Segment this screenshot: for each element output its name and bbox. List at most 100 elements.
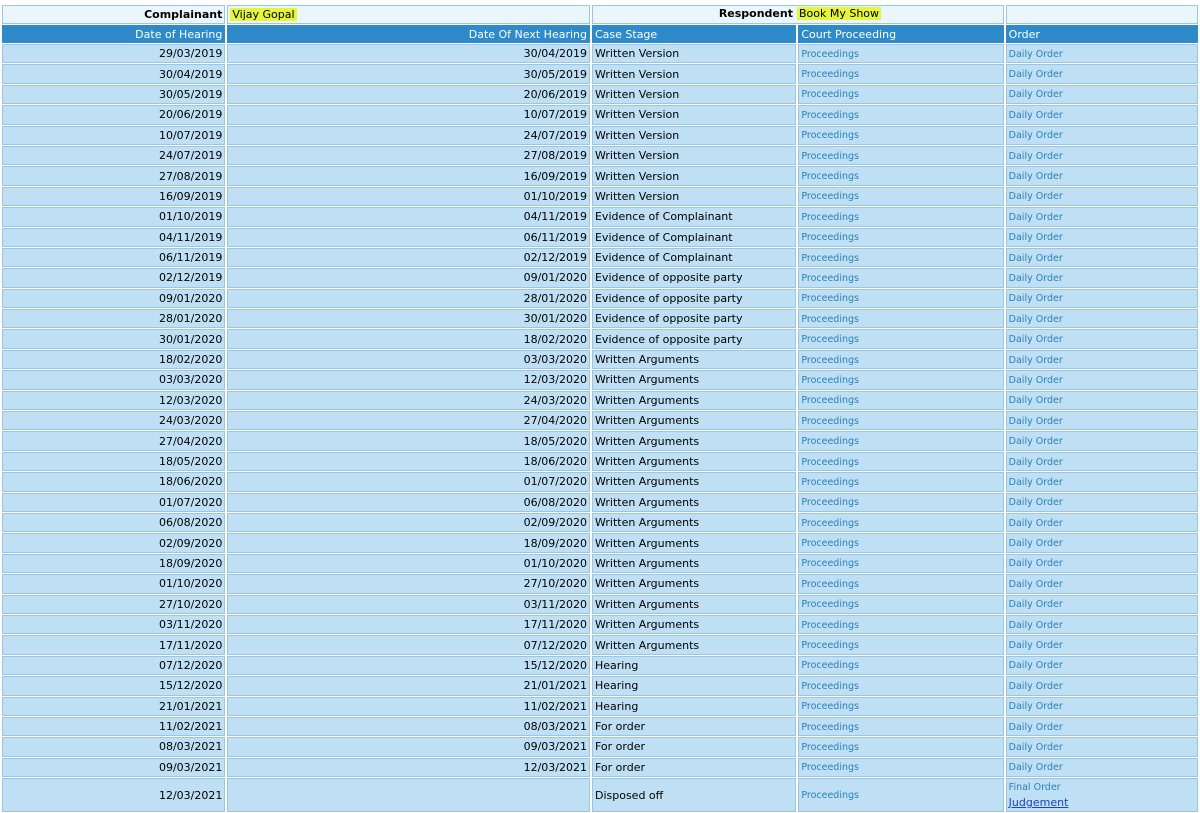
proceedings-link[interactable]: Proceedings <box>801 790 859 801</box>
daily-order-link[interactable]: Daily Order <box>1009 722 1063 733</box>
date-of-next-hearing-cell: 30/05/2019 <box>227 64 590 84</box>
daily-order-link[interactable]: Daily Order <box>1009 599 1063 610</box>
proceedings-link[interactable]: Proceedings <box>801 171 859 182</box>
daily-order-link[interactable]: Daily Order <box>1009 130 1063 141</box>
proceedings-link[interactable]: Proceedings <box>801 762 859 773</box>
proceedings-link[interactable]: Proceedings <box>801 395 859 406</box>
daily-order-link[interactable]: Daily Order <box>1009 681 1063 692</box>
daily-order-link[interactable]: Daily Order <box>1009 69 1063 80</box>
proceedings-link[interactable]: Proceedings <box>801 375 859 386</box>
proceedings-link[interactable]: Proceedings <box>801 89 859 100</box>
proceedings-link[interactable]: Proceedings <box>801 477 859 488</box>
daily-order-link[interactable]: Daily Order <box>1009 375 1063 386</box>
date-of-hearing-cell: 27/08/2019 <box>2 166 226 186</box>
daily-order-link[interactable]: Daily Order <box>1009 436 1063 447</box>
daily-order-link[interactable]: Daily Order <box>1009 538 1063 549</box>
order-cell: Daily Order <box>1005 716 1198 737</box>
proceedings-link[interactable]: Proceedings <box>801 579 859 590</box>
proceedings-link[interactable]: Proceedings <box>801 518 859 529</box>
table-row: 17/11/2020 07/12/2020 Written Arguments Pro… <box>2 635 1198 655</box>
proceedings-link[interactable]: Proceedings <box>801 620 859 631</box>
daily-order-link[interactable]: Daily Order <box>1009 314 1063 325</box>
daily-order-link[interactable]: Daily Order <box>1009 395 1063 406</box>
court-proceeding-cell: Proceedings <box>798 553 1004 574</box>
daily-order-link[interactable]: Daily Order <box>1009 457 1063 468</box>
daily-order-link[interactable]: Daily Order <box>1009 762 1063 773</box>
table-row: 06/08/2020 02/09/2020 Written Arguments Pro… <box>2 512 1198 533</box>
daily-order-link[interactable]: Daily Order <box>1009 212 1063 223</box>
final-order-link[interactable]: Final Order <box>1009 780 1195 795</box>
daily-order-link[interactable]: Daily Order <box>1009 355 1063 366</box>
daily-order-link[interactable]: Daily Order <box>1009 293 1063 304</box>
daily-order-link[interactable]: Daily Order <box>1009 640 1063 651</box>
date-of-next-hearing-cell: 20/06/2019 <box>227 84 590 105</box>
proceedings-link[interactable]: Proceedings <box>801 151 859 162</box>
proceedings-link[interactable]: Proceedings <box>801 660 859 671</box>
daily-order-link[interactable]: Daily Order <box>1009 49 1063 60</box>
proceedings-link[interactable]: Proceedings <box>801 436 859 447</box>
date-of-hearing-cell: 06/11/2019 <box>2 247 226 268</box>
court-proceeding-cell: Proceedings <box>798 309 1004 329</box>
proceedings-link[interactable]: Proceedings <box>801 49 859 60</box>
daily-order-link[interactable]: Daily Order <box>1009 579 1063 590</box>
date-of-next-hearing-cell: 30/01/2020 <box>227 309 590 329</box>
proceedings-link[interactable]: Proceedings <box>801 355 859 366</box>
proceedings-link[interactable]: Proceedings <box>801 599 859 610</box>
daily-order-link[interactable]: Daily Order <box>1009 334 1063 345</box>
proceedings-link[interactable]: Proceedings <box>801 538 859 549</box>
daily-order-link[interactable]: Daily Order <box>1009 620 1063 631</box>
proceedings-link[interactable]: Proceedings <box>801 212 859 223</box>
daily-order-link[interactable]: Daily Order <box>1009 273 1063 284</box>
proceedings-link[interactable]: Proceedings <box>801 293 859 304</box>
proceedings-link[interactable]: Proceedings <box>801 640 859 651</box>
daily-order-link[interactable]: Daily Order <box>1009 518 1063 529</box>
proceedings-link[interactable]: Proceedings <box>801 416 859 427</box>
daily-order-link[interactable]: Daily Order <box>1009 497 1063 508</box>
daily-order-link[interactable]: Daily Order <box>1009 701 1063 712</box>
court-proceeding-cell: Proceedings <box>798 431 1004 451</box>
table-row: 18/05/2020 18/06/2020 Written Arguments Pro… <box>2 451 1198 472</box>
daily-order-link[interactable]: Daily Order <box>1009 253 1063 264</box>
daily-order-link[interactable]: Daily Order <box>1009 477 1063 488</box>
proceedings-link[interactable]: Proceedings <box>801 742 859 753</box>
table-row: 04/11/2019 06/11/2019 Evidence of Complain… <box>2 227 1198 247</box>
proceedings-link[interactable]: Proceedings <box>801 253 859 264</box>
daily-order-link[interactable]: Daily Order <box>1009 191 1063 202</box>
proceedings-link[interactable]: Proceedings <box>801 334 859 345</box>
daily-order-link[interactable]: Daily Order <box>1009 232 1063 243</box>
daily-order-link[interactable]: Daily Order <box>1009 89 1063 100</box>
order-cell: Daily Order <box>1005 594 1198 614</box>
date-of-hearing-cell: 18/09/2020 <box>2 553 226 574</box>
proceedings-link[interactable]: Proceedings <box>801 497 859 508</box>
daily-order-link[interactable]: Daily Order <box>1009 558 1063 569</box>
proceedings-link[interactable]: Proceedings <box>801 701 859 712</box>
proceedings-link[interactable]: Proceedings <box>801 110 859 121</box>
proceedings-link[interactable]: Proceedings <box>801 457 859 468</box>
column-header-row: Date of Hearing Date Of Next Hearing Cas… <box>2 25 1198 43</box>
proceedings-link[interactable]: Proceedings <box>801 314 859 325</box>
proceedings-link[interactable]: Proceedings <box>801 191 859 202</box>
date-of-hearing-cell: 30/01/2020 <box>2 329 226 349</box>
proceedings-link[interactable]: Proceedings <box>801 558 859 569</box>
judgement-link[interactable]: Judgement <box>1009 795 1195 810</box>
daily-order-link[interactable]: Daily Order <box>1009 416 1063 427</box>
proceedings-link[interactable]: Proceedings <box>801 232 859 243</box>
date-of-next-hearing-cell: 27/08/2019 <box>227 145 590 166</box>
table-row: 11/02/2021 08/03/2021 For order Proceedings… <box>2 716 1198 737</box>
proceedings-link[interactable]: Proceedings <box>801 130 859 141</box>
proceedings-link[interactable]: Proceedings <box>801 273 859 284</box>
daily-order-link[interactable]: Daily Order <box>1009 151 1063 162</box>
daily-order-link[interactable]: Daily Order <box>1009 110 1063 121</box>
court-proceeding-cell: Proceedings <box>798 472 1004 492</box>
date-of-next-hearing-cell: 01/07/2020 <box>227 472 590 492</box>
proceedings-link[interactable]: Proceedings <box>801 69 859 80</box>
table-row: 18/06/2020 01/07/2020 Written Arguments Pro… <box>2 472 1198 492</box>
proceedings-link[interactable]: Proceedings <box>801 722 859 733</box>
proceedings-link[interactable]: Proceedings <box>801 681 859 692</box>
table-row: 06/11/2019 02/12/2019 Evidence of Complain… <box>2 247 1198 268</box>
col-header-case-stage: Case Stage <box>591 25 797 43</box>
daily-order-link[interactable]: Daily Order <box>1009 660 1063 671</box>
daily-order-link[interactable]: Daily Order <box>1009 742 1063 753</box>
daily-order-link[interactable]: Daily Order <box>1009 171 1063 182</box>
table-row: 30/01/2020 18/02/2020 Evidence of opposite… <box>2 329 1198 349</box>
